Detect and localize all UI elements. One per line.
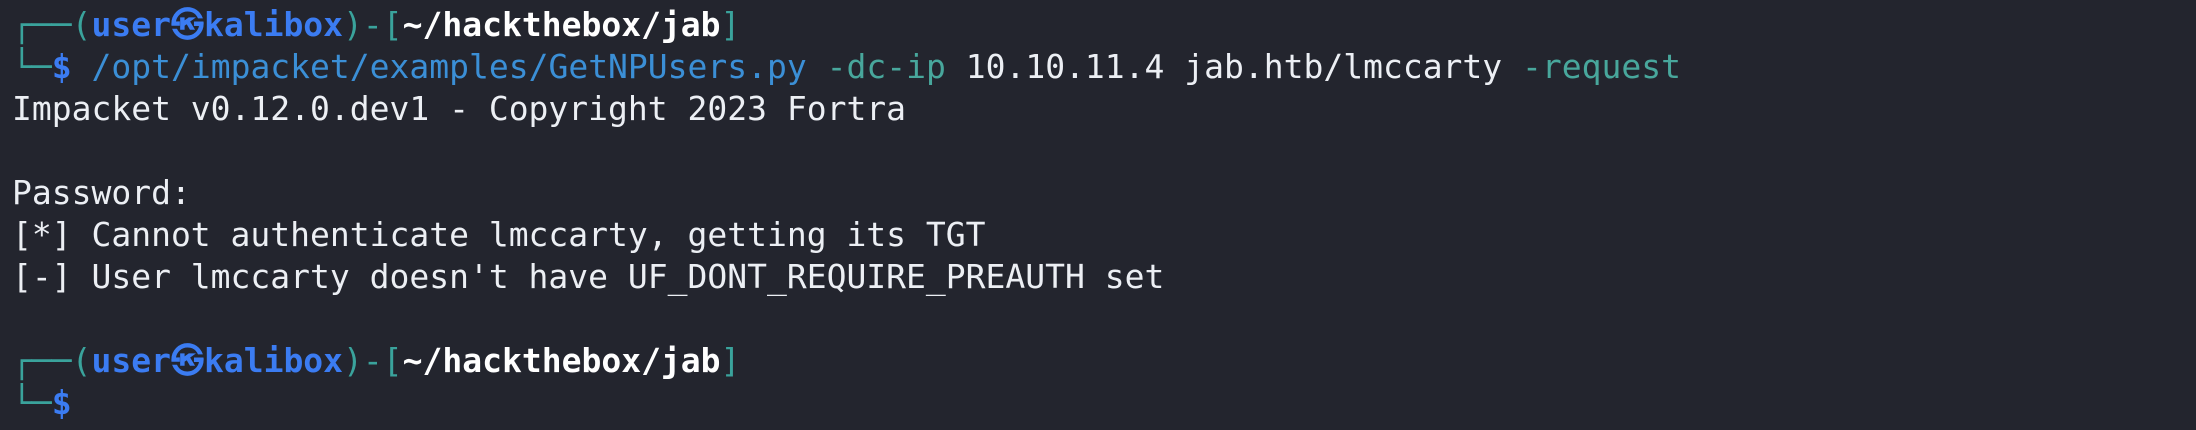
command-line: └─$ /opt/impacket/examples/GetNPUsers.py… [12,46,1681,88]
output-line: Password: [12,173,191,212]
prompt-header: ┌──(user㉿kalibox)-[~/hackthebox/jab] [12,4,740,46]
prompt-cwd: ~/hackthebox/jab [402,5,721,44]
prompt-symbol: $ [51,383,72,422]
prompt-frame-bottom: └─ [12,47,52,86]
command-target: jab.htb/lmccarty [1184,47,1503,86]
prompt-at-symbol: ㉿ [170,5,204,44]
output-line: [-] User lmccarty doesn't have UF_DONT_R… [12,257,1165,296]
prompt-at-symbol: ㉿ [170,341,204,380]
prompt-frame-mid: )-[ [343,341,403,380]
command-program: /opt/impacket/examples/GetNPUsers.py [91,47,807,86]
input-line[interactable]: └─$ [12,382,72,424]
prompt-symbol: $ [51,47,72,86]
command-flag-request: -request [1522,47,1681,86]
prompt-user: user [91,5,171,44]
command-flag-dc-ip: -dc-ip [826,47,946,86]
prompt-frame-top: ┌──( [12,341,92,380]
prompt-host: kalibox [203,341,344,380]
output-line: [*] Cannot authenticate lmccarty, gettin… [12,215,986,254]
prompt-frame-end: ] [720,341,741,380]
prompt-host: kalibox [203,5,344,44]
prompt-frame-bottom: └─ [12,383,52,422]
output-line: Impacket v0.12.0.dev1 - Copyright 2023 F… [12,89,907,128]
command-ip: 10.10.11.4 [965,47,1165,86]
terminal-window[interactable]: ┌──(user㉿kalibox)-[~/hackthebox/jab] └─$… [0,0,2196,430]
prompt-header-2: ┌──(user㉿kalibox)-[~/hackthebox/jab] [12,340,740,382]
prompt-user: user [91,341,171,380]
prompt-frame-end: ] [720,5,741,44]
prompt-frame-top: ┌──( [12,5,92,44]
prompt-cwd: ~/hackthebox/jab [402,341,721,380]
prompt-frame-mid: )-[ [343,5,403,44]
